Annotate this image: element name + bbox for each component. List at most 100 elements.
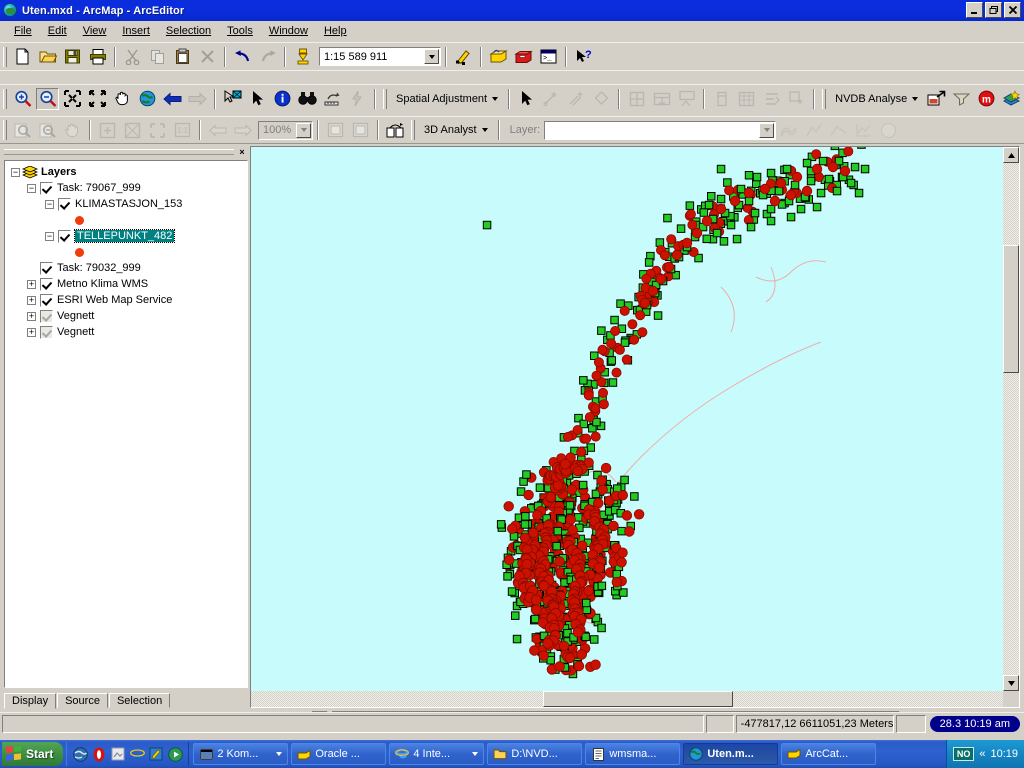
media-player-icon[interactable] [167, 746, 183, 762]
toc-tree[interactable]: − Layers − Task: 79067_999 − KLIMASTASJO… [4, 160, 248, 688]
focus-data-frame-button[interactable] [349, 119, 372, 141]
map-horizontal-scrollbar[interactable] [251, 691, 1003, 707]
new-displacement-link-tool[interactable] [540, 88, 563, 110]
change-layout-button[interactable] [384, 119, 407, 141]
map-data-frame[interactable] [250, 146, 1020, 708]
toc-row-task-79032[interactable]: Task: 79032_999 [7, 260, 247, 276]
undo-button[interactable] [231, 46, 254, 68]
fixed-zoom-out-tool[interactable] [86, 88, 109, 110]
redo-button[interactable] [256, 46, 279, 68]
toc-row-klimastasjon-153[interactable]: − KLIMASTASJON_153 [7, 196, 247, 212]
open-document-button[interactable] [36, 46, 59, 68]
line-of-sight-tool[interactable] [827, 119, 850, 141]
create-contour-tool[interactable] [777, 119, 800, 141]
attribute-transfer-button[interactable] [650, 88, 673, 110]
chevron-down-icon[interactable] [424, 49, 439, 64]
menu-help[interactable]: Help [316, 22, 355, 40]
fixed-zoom-in-tool[interactable] [61, 88, 84, 110]
start-button[interactable]: Start [2, 742, 64, 766]
zoom-out-tool[interactable] [36, 87, 59, 110]
add-data-button[interactable] [291, 46, 314, 68]
print-button[interactable] [86, 46, 109, 68]
new-link-button[interactable] [785, 88, 808, 110]
task-explorer-nvd[interactable]: D:\NVD... [487, 743, 583, 765]
toc-row-esri-web-map-service[interactable]: + ESRI Web Map Service [7, 292, 247, 308]
minimize-button[interactable] [966, 2, 983, 18]
toolbar-grip[interactable] [411, 120, 415, 140]
layer-visibility-checkbox[interactable] [40, 325, 53, 339]
chevron-down-icon[interactable] [296, 122, 311, 138]
toc-row-task-79067[interactable]: − Task: 79067_999 [7, 180, 247, 196]
layer-visibility-checkbox[interactable] [40, 261, 53, 275]
menu-window[interactable]: Window [261, 22, 316, 40]
layer-visibility-checkbox[interactable] [40, 181, 53, 195]
menu-insert[interactable]: Insert [114, 22, 158, 40]
expander-icon[interactable]: + [27, 295, 36, 305]
close-icon[interactable]: × [236, 146, 248, 158]
copy-button[interactable] [146, 46, 169, 68]
go-forward-layout-button[interactable] [231, 119, 254, 141]
toggle-draft-mode-button[interactable] [324, 119, 347, 141]
scroll-up-button[interactable] [1003, 147, 1019, 163]
nvdb-layer-button[interactable] [1000, 88, 1023, 110]
layout-zoom-combo[interactable]: 100% [258, 120, 313, 140]
toolbar-grip[interactable] [3, 88, 7, 109]
map-scale-combo[interactable]: 1:15 589 911 [319, 47, 441, 66]
map-vertical-scrollbar[interactable] [1003, 147, 1019, 691]
find-tool[interactable] [296, 88, 319, 110]
nvdb-analyse-menu[interactable]: NVDB Analyse [829, 89, 924, 109]
nvdb-filter-button[interactable] [950, 88, 973, 110]
select-features-tool[interactable] [221, 88, 244, 110]
expander-icon[interactable]: + [27, 327, 36, 337]
layout-zoom-out-tool[interactable] [36, 119, 59, 141]
profile-graph-button[interactable] [852, 119, 875, 141]
layer-visibility-checkbox[interactable] [58, 197, 71, 211]
layout-pan-tool[interactable] [61, 119, 84, 141]
zoom-to-selected-button[interactable] [146, 119, 169, 141]
ie-e-icon[interactable] [129, 746, 145, 762]
toolbar-grip[interactable] [3, 120, 7, 140]
menu-view[interactable]: View [75, 22, 115, 40]
expander-icon[interactable]: − [27, 183, 36, 193]
scene-globe-button[interactable] [877, 119, 900, 141]
language-indicator[interactable]: NO [952, 747, 975, 761]
expander-icon[interactable]: − [11, 167, 20, 177]
delete-button[interactable] [196, 46, 219, 68]
toc-tab-selection[interactable]: Selection [108, 693, 171, 708]
chevron-down-icon[interactable] [759, 122, 775, 138]
toolbar-grip[interactable] [383, 88, 387, 109]
toolbar-grip[interactable] [3, 46, 7, 67]
zoom-page-width-button[interactable] [121, 119, 144, 141]
link-table-button[interactable] [735, 88, 758, 110]
measure-tool[interactable] [321, 88, 344, 110]
layer-visibility-checkbox[interactable] [58, 229, 71, 243]
task-kom[interactable]: 2 Kom... [193, 743, 289, 765]
limited-adjustment-button[interactable] [760, 88, 783, 110]
opera-o-icon[interactable] [91, 746, 107, 762]
close-button[interactable] [1004, 2, 1021, 18]
layer-visibility-checkbox[interactable] [40, 277, 53, 291]
tray-expand-chevron-icon[interactable]: « [979, 748, 985, 760]
expander-icon[interactable]: + [27, 279, 36, 289]
zoom-whole-page-button[interactable] [96, 119, 119, 141]
toc-drag-handle[interactable] [4, 149, 234, 155]
netscape-globe-icon[interactable] [72, 746, 88, 762]
context-help-button[interactable]: ? [572, 46, 595, 68]
hscrollbar-thumb[interactable] [543, 691, 733, 707]
analyst-3d-menu[interactable]: 3D Analyst [418, 120, 494, 140]
task-oracle[interactable]: Oracle ... [291, 743, 387, 765]
cut-button[interactable] [121, 46, 144, 68]
vscrollbar-thumb[interactable] [1003, 245, 1019, 373]
notepad-pencil-icon[interactable] [148, 746, 164, 762]
tray-clock[interactable]: 10:19 [990, 748, 1018, 760]
menu-file[interactable]: File [6, 22, 40, 40]
adjust-button[interactable] [710, 88, 733, 110]
toc-row-metno-klima-wms[interactable]: + Metno Klima WMS [7, 276, 247, 292]
chevron-down-icon[interactable] [472, 752, 479, 756]
restore-button[interactable] [985, 2, 1002, 18]
zoom-in-tool[interactable] [11, 88, 34, 110]
new-document-button[interactable] [11, 46, 34, 68]
menu-edit[interactable]: Edit [40, 22, 75, 40]
chevron-down-icon[interactable] [276, 752, 283, 756]
toc-row-vegnett-2[interactable]: + Vegnett [7, 324, 247, 340]
